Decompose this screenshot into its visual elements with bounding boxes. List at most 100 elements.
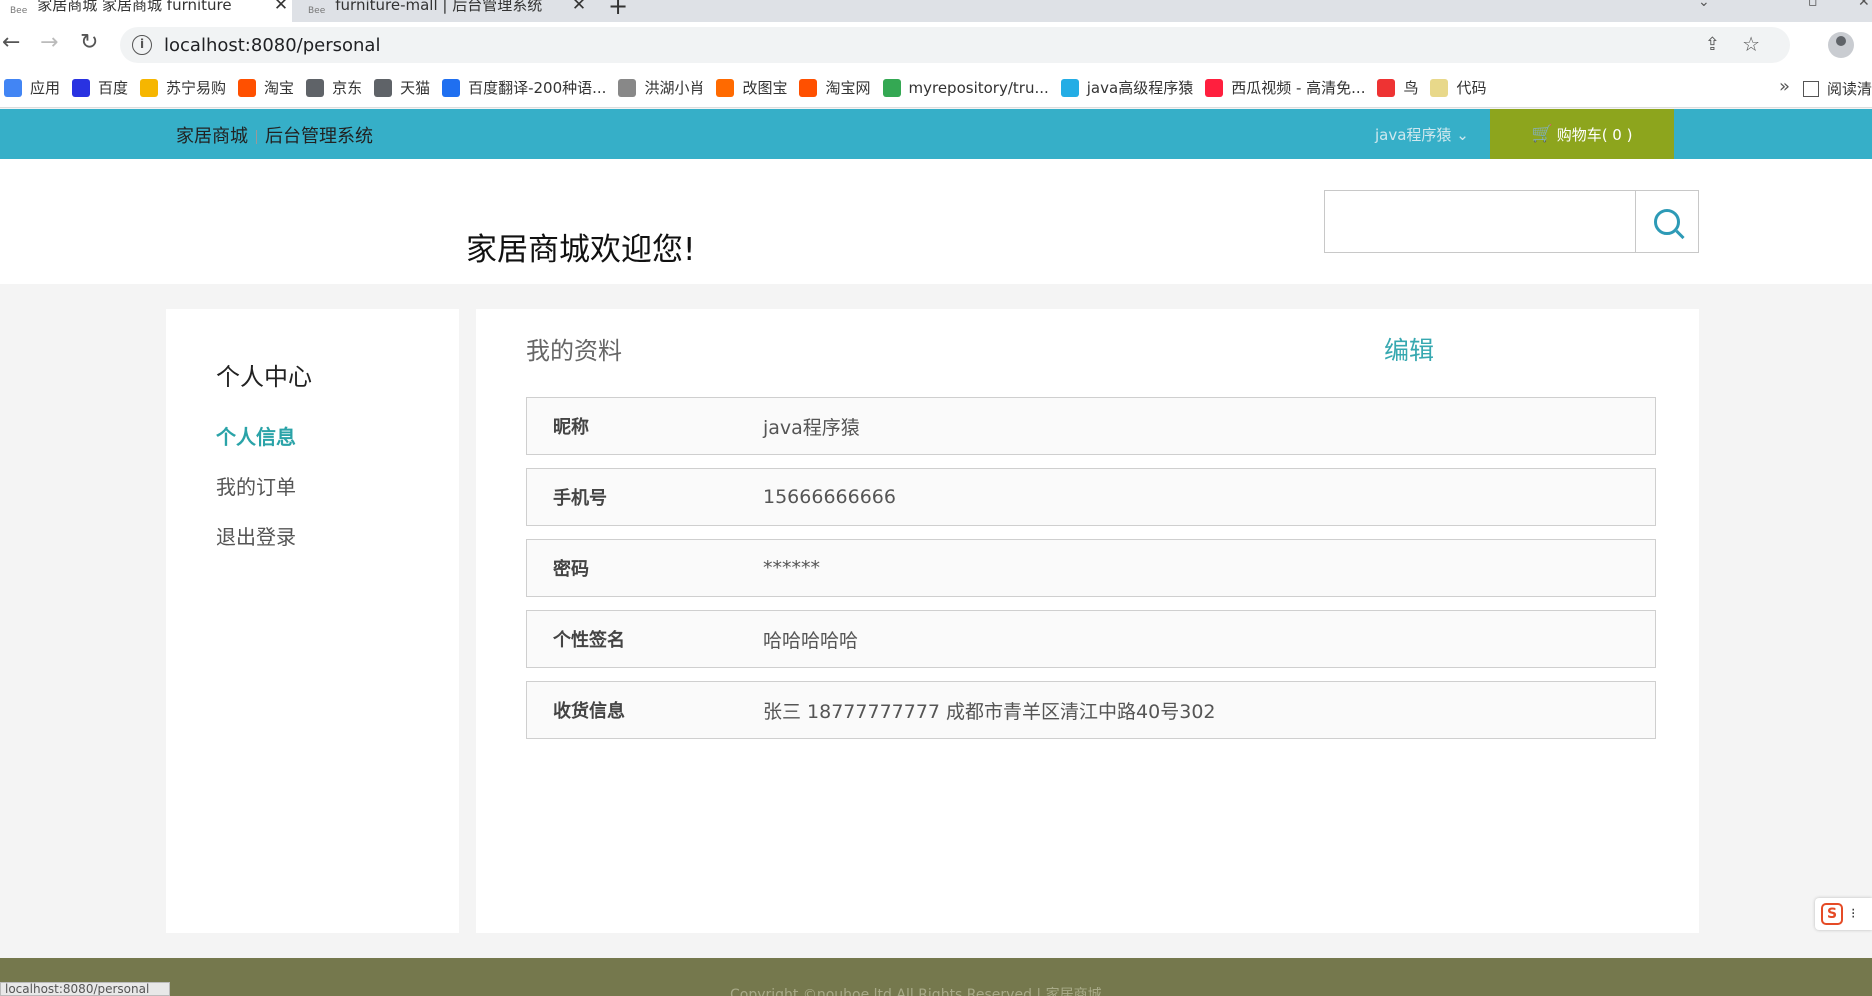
floating-widget[interactable]: S ⁝ [1815,898,1872,930]
bookmark-favicon-icon [1060,78,1079,97]
new-tab-icon[interactable]: + [608,0,628,20]
bookmark-item[interactable]: 百度 [72,77,128,98]
field-label: 个性签名 [553,630,625,651]
field-value: ****** [763,557,820,579]
profile-avatar-icon[interactable] [1828,32,1854,58]
cart-button[interactable]: 🛒 购物车( 0 ) [1490,109,1674,159]
search-input[interactable] [1324,190,1699,253]
bookmark-item[interactable]: 西瓜视频 - 高清免... [1205,77,1365,98]
field-value: java程序猿 [763,416,860,439]
field-value: 哈哈哈哈哈 [763,629,859,652]
tab-inactive[interactable]: Bee furniture-mall | 后台管理系统 ✕ [298,0,590,22]
url-text[interactable]: localhost:8080/personal [164,35,380,56]
bookmark-favicon-icon [442,78,461,97]
bookmarks-bar: 应用 百度 苏宁易购 淘宝 京东 天猫 百度翻译-200种语... 洪湖小肖 改图宝 淘宝网 myr… [0,68,1872,108]
bookmark-label: 代码 [1456,79,1487,97]
field-row-password: 密码 ****** [526,539,1656,597]
bookmark-item[interactable]: 改图宝 [716,77,787,98]
bookmark-label: 改图宝 [742,79,788,97]
bookmark-favicon-icon [238,78,257,97]
share-icon[interactable]: ⇪ [1705,34,1720,55]
field-value: 15666666666 [763,486,896,508]
chevron-down-icon: ⌄ [1456,126,1469,144]
sidebar-item-personal-info[interactable]: 个人信息 [216,421,296,450]
bookmark-item[interactable]: 淘宝网 [799,77,871,98]
profile-title: 我的资料 [526,337,622,365]
bookmark-item[interactable]: 代码 [1430,77,1487,98]
bookmark-label: 百度 [98,79,129,97]
bookmark-label: 鸟 [1403,79,1419,97]
tab-title: furniture-mall | 后台管理系统 [335,0,543,14]
forward-icon[interactable]: → [40,30,58,55]
bookmark-label: myrepository/tru... [908,78,1049,97]
field-row-signature: 个性签名 哈哈哈哈哈 [526,610,1656,668]
edit-button[interactable]: 编辑 [1384,331,1434,367]
bookmark-favicon-icon [4,78,22,97]
tab-close-icon[interactable]: ✕ [568,0,590,15]
status-url-tooltip: localhost:8080/personal [0,982,170,996]
sidebar-item-logout[interactable]: 退出登录 [216,521,296,550]
reload-icon[interactable]: ↻ [80,30,98,55]
restore-icon[interactable]: ▫ [1808,0,1818,10]
tab-close-icon[interactable]: ✕ [270,0,292,15]
close-window-icon[interactable]: ✕ [1858,0,1870,10]
bookmark-item[interactable]: 京东 [306,77,362,98]
bookmark-favicon-icon [306,78,325,97]
welcome-text: 家居商城欢迎您! [466,232,696,268]
tab-title: 家居商城 家居商城 furniture [37,0,232,14]
site-brand: 家居商城 后台管理系统 [176,122,373,148]
bookmark-item[interactable]: 应用 [4,77,60,98]
field-label: 密码 [553,559,589,580]
bookmark-label: 百度翻译-200种语... [468,79,607,97]
home-link[interactable]: 家居商城 [176,126,248,147]
divider [256,130,257,144]
bookmark-label: 淘宝 [264,79,295,97]
address-bar-row: ← → ↻ i localhost:8080/personal ⇪ ☆ [0,22,1872,68]
more-icon: ⁝ [1851,906,1856,922]
bookmark-favicon-icon [882,78,901,97]
field-row-shipping: 收货信息 张三 18777777777 成都市青羊区清江中路40号302 [526,681,1656,739]
field-value: 张三 18777777777 成都市青羊区清江中路40号302 [763,700,1216,723]
field-label: 手机号 [553,488,607,509]
minimize-icon[interactable]: ⌄ [1698,0,1710,10]
bookmark-item[interactable]: java高级程序猿 [1060,77,1194,98]
site-footer: Copyright ©nouhoe ltd All Rights Reserve… [0,958,1872,996]
profile-panel: 我的资料 编辑 昵称 java程序猿 手机号 15666666666 密码 **… [476,309,1699,933]
bookmark-item[interactable]: 天猫 [374,77,430,98]
admin-link[interactable]: 后台管理系统 [265,126,373,147]
bookmark-item[interactable]: 苏宁易购 [140,77,226,98]
back-icon[interactable]: ← [2,30,20,55]
bookmark-label: 洪湖小肖 [644,79,705,97]
more-bookmarks-icon[interactable]: » [1779,76,1790,97]
sidebar-title: 个人中心 [216,363,312,391]
sogou-s-icon: S [1821,903,1843,925]
search-button[interactable] [1635,191,1698,252]
bookmark-label: java高级程序猿 [1086,79,1194,97]
reading-list-label: 阅读清 [1826,80,1872,98]
bookmark-star-icon[interactable]: ☆ [1742,32,1760,56]
bookmark-favicon-icon [618,78,637,97]
bookmark-item[interactable]: 洪湖小肖 [618,77,704,98]
field-row-phone: 手机号 15666666666 [526,468,1656,526]
bookmark-favicon-icon [374,78,393,97]
bookmark-item[interactable]: 淘宝 [238,77,294,98]
user-name: java程序猿 [1375,126,1452,144]
bookmark-item[interactable]: 百度翻译-200种语... [442,77,606,98]
site-header: 家居商城 后台管理系统 java程序猿 ⌄ 🛒 购物车( 0 ) [0,109,1872,159]
omnibox[interactable]: i localhost:8080/personal ⇪ ☆ [120,27,1790,63]
bookmark-label: 淘宝网 [825,79,871,97]
bookmark-label: 苏宁易购 [166,79,227,97]
bookmark-favicon-icon [72,78,91,97]
tab-favicon-icon: Bee [308,6,326,16]
site-info-icon[interactable]: i [132,35,152,55]
reading-list[interactable]: 阅读清 [1802,78,1872,99]
bookmark-item[interactable]: 鸟 [1377,77,1418,98]
bookmark-favicon-icon [140,78,159,97]
cart-label: 购物车( 0 ) [1556,125,1633,144]
bookmark-favicon-icon [716,78,735,97]
tab-active[interactable]: Bee 家居商城 家居商城 furniture ✕ [0,0,292,22]
user-menu[interactable]: java程序猿 ⌄ [1375,124,1469,145]
sidebar-item-my-orders[interactable]: 我的订单 [216,471,296,500]
bookmark-label: 天猫 [400,79,431,97]
bookmark-item[interactable]: myrepository/tru... [882,78,1049,97]
